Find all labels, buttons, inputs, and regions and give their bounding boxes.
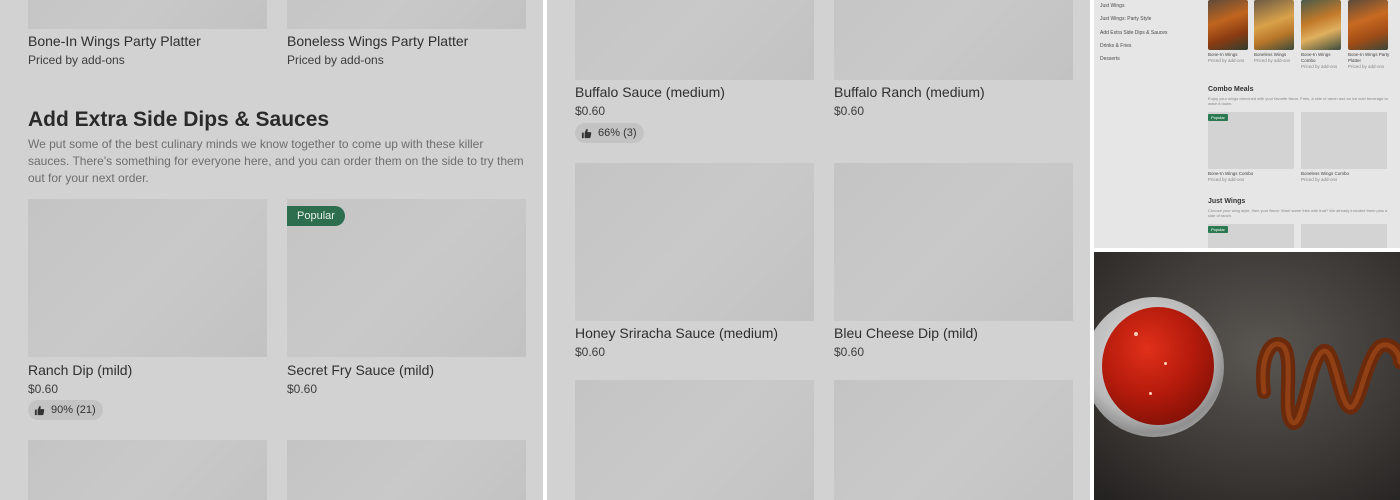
- ranch-dip-image[interactable]: [28, 199, 267, 357]
- item-price: $0.60: [575, 104, 606, 118]
- item-name[interactable]: Bone-In Wings Party Platter: [28, 33, 201, 49]
- item-price: $0.60: [575, 345, 606, 359]
- thumbs-up-icon: [581, 128, 592, 138]
- combo-meals-title: Combo Meals: [1208, 86, 1254, 93]
- item-price: $0.60: [28, 382, 59, 396]
- bleu-cheese-image[interactable]: [834, 163, 1073, 321]
- just-wings-item-image[interactable]: [1301, 224, 1387, 248]
- popular-badge: Popular: [287, 206, 345, 226]
- boneless-wings-thumb[interactable]: [1254, 0, 1294, 50]
- platter-thumb[interactable]: [1348, 0, 1388, 50]
- nav-link[interactable]: Just Wings: Party Style: [1100, 16, 1151, 22]
- menu-overview-thumbnail: Just Wings Just Wings: Party Style Add E…: [1094, 0, 1400, 248]
- item-price-note: Priced by add-ons: [28, 53, 125, 67]
- mini-item-name: Bone-In Wings Party Platter Priced by add…: [1348, 52, 1390, 69]
- menu-item-image[interactable]: [287, 440, 526, 500]
- item-price: $0.60: [834, 104, 865, 118]
- combo-item-image[interactable]: [1301, 112, 1387, 169]
- nav-link[interactable]: Just Wings: [1100, 3, 1124, 9]
- rating-chip: 90% (21): [28, 400, 103, 420]
- item-name[interactable]: Buffalo Ranch (medium): [834, 84, 985, 100]
- just-wings-title: Just Wings: [1208, 198, 1246, 205]
- mini-item-name: Bone-In Wings Combo Priced by add-ons: [1208, 171, 1254, 182]
- just-wings-description: Choose your wing style, then your flavor…: [1208, 208, 1388, 218]
- nav-link[interactable]: Drinks & Fries: [1100, 43, 1131, 49]
- mini-item-name: Boneless Wings Priced by add-ons: [1254, 52, 1291, 63]
- rating-text: 90% (21): [51, 404, 96, 416]
- item-price-note: Priced by add-ons: [287, 53, 384, 67]
- menu-item-image[interactable]: [28, 440, 267, 500]
- thumbs-up-icon: [34, 405, 45, 415]
- nav-link[interactable]: Desserts: [1100, 56, 1120, 62]
- boneless-platter-image[interactable]: [287, 0, 526, 29]
- menu-panel-left: Bone-In Wings Party Platter Priced by ad…: [0, 0, 543, 500]
- sauce-product-photo: [1094, 252, 1400, 500]
- combo-meals-description: Enjoy your wings drenched with your favo…: [1208, 96, 1388, 106]
- popular-badge: Popular: [1208, 114, 1228, 121]
- popular-badge: Popular: [1208, 226, 1228, 233]
- combo-thumb[interactable]: [1301, 0, 1341, 50]
- honey-sriracha-image[interactable]: [575, 163, 814, 321]
- buffalo-ranch-image[interactable]: [834, 0, 1073, 80]
- section-title: Add Extra Side Dips & Sauces: [28, 108, 330, 131]
- menu-item-image[interactable]: [834, 380, 1073, 500]
- item-price: $0.60: [834, 345, 865, 359]
- bone-in-platter-image[interactable]: [28, 0, 267, 29]
- buffalo-sauce-image[interactable]: [575, 0, 814, 80]
- item-price: $0.60: [287, 382, 318, 396]
- item-name[interactable]: Honey Sriracha Sauce (medium): [575, 325, 778, 341]
- rating-text: 66% (3): [598, 127, 637, 139]
- section-description: We put some of the best culinary minds w…: [28, 137, 524, 185]
- bone-in-wings-thumb[interactable]: [1208, 0, 1248, 50]
- sweet-chili-sauce: [1102, 307, 1214, 425]
- item-name[interactable]: Ranch Dip (mild): [28, 362, 132, 378]
- item-name[interactable]: Secret Fry Sauce (mild): [287, 362, 434, 378]
- mini-item-name: Bone-In Wings Priced by add-ons: [1208, 52, 1245, 63]
- nav-link[interactable]: Add Extra Side Dips & Sauces: [1100, 30, 1168, 36]
- item-name[interactable]: Buffalo Sauce (medium): [575, 84, 725, 100]
- mini-item-name: Boneless Wings Combo Priced by add-ons: [1301, 171, 1350, 182]
- mini-item-name: Bone-In Wings Combo Priced by add-ons: [1301, 52, 1338, 69]
- menu-item-image[interactable]: [575, 380, 814, 500]
- item-name[interactable]: Bleu Cheese Dip (mild): [834, 325, 978, 341]
- menu-panel-middle: Buffalo Sauce (medium) $0.60 66% (3) Buf…: [547, 0, 1090, 500]
- rating-chip: 66% (3): [575, 123, 644, 143]
- item-name[interactable]: Boneless Wings Party Platter: [287, 33, 468, 49]
